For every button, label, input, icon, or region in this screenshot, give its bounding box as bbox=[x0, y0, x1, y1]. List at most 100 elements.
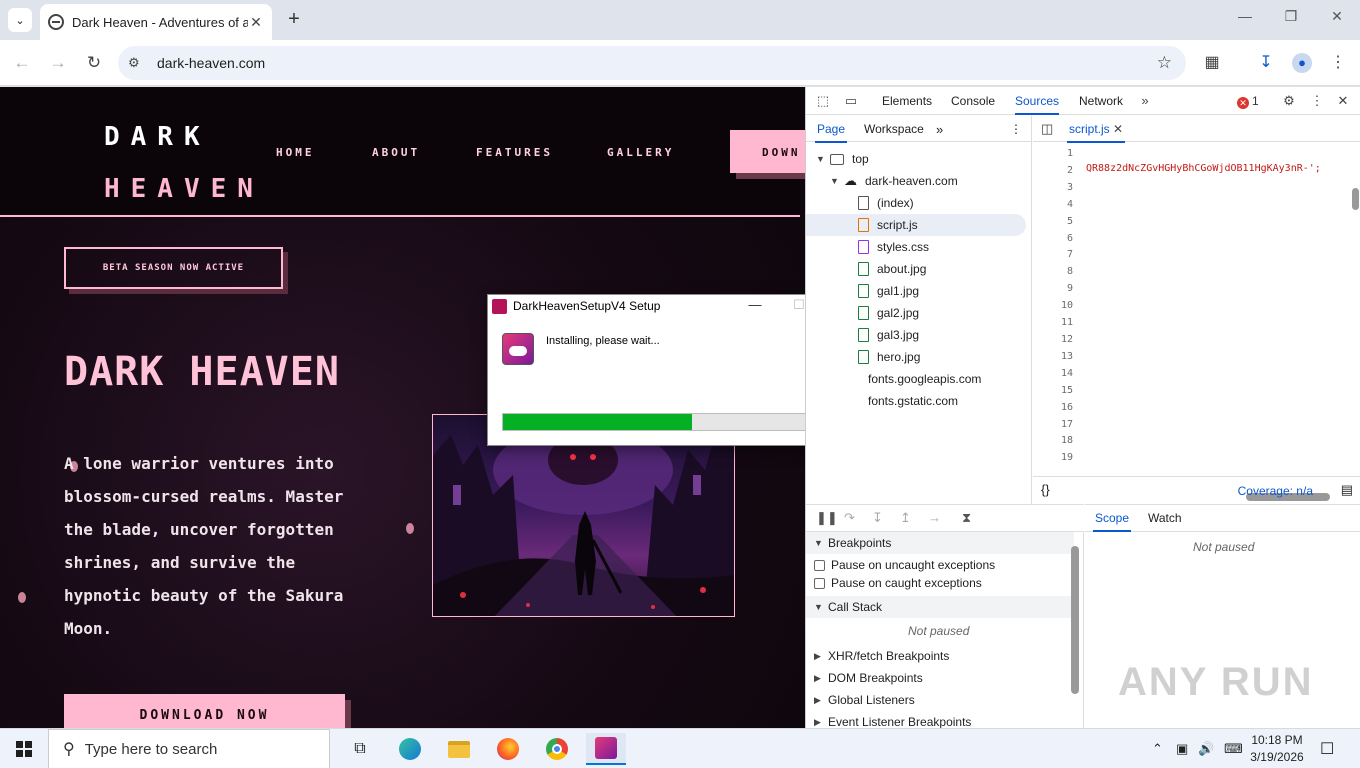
new-tab-plus-icon[interactable]: + bbox=[282, 8, 306, 32]
back-arrow-icon[interactable]: ← bbox=[10, 51, 34, 75]
notifications-icon[interactable]: ☐ bbox=[1320, 739, 1334, 759]
checkbox-caught[interactable] bbox=[814, 577, 825, 589]
tree-domain[interactable]: ▼ ☁ dark-heaven.com bbox=[830, 170, 958, 192]
more-tabs-chevron-icon[interactable]: » bbox=[1136, 92, 1154, 110]
tree-file-gal1[interactable]: gal1.jpg bbox=[858, 280, 919, 302]
devtools-menu-icon[interactable]: ⋮ bbox=[1308, 92, 1326, 110]
line-number[interactable]: 9 bbox=[1033, 281, 1073, 298]
settings-gear-icon[interactable]: ⚙ bbox=[1280, 92, 1298, 110]
nav-features[interactable]: FEATURES bbox=[476, 146, 553, 159]
line-number[interactable]: 18 bbox=[1033, 433, 1073, 450]
pause-caught-option[interactable]: Pause on caught exceptions bbox=[814, 576, 982, 590]
line-number[interactable]: 8 bbox=[1033, 264, 1073, 281]
toggle-navigator-icon[interactable]: ◫ bbox=[1041, 121, 1053, 137]
tree-file-gal3[interactable]: gal3.jpg bbox=[858, 324, 919, 346]
restore-icon[interactable]: ❐ bbox=[1268, 8, 1314, 32]
device-toolbar-icon[interactable]: ▭ bbox=[842, 92, 860, 110]
toggle-drawer-icon[interactable]: ▤ bbox=[1341, 482, 1353, 498]
event-listener-breakpoints-section[interactable]: ▶ Event Listener Breakpoints bbox=[814, 715, 971, 728]
line-number[interactable]: 19 bbox=[1033, 450, 1073, 467]
nav-tab-workspace[interactable]: Workspace bbox=[864, 122, 924, 136]
editor-tab-close-icon[interactable]: ✕ bbox=[1113, 122, 1123, 136]
header-download-button[interactable]: DOWN bbox=[730, 130, 805, 173]
download-icon[interactable]: ↧ bbox=[1254, 51, 1278, 75]
download-now-button[interactable]: DOWNLOAD NOW bbox=[64, 694, 345, 728]
line-number[interactable]: 6 bbox=[1033, 231, 1073, 248]
line-number[interactable]: 11 bbox=[1033, 315, 1073, 332]
file-explorer-icon[interactable] bbox=[439, 733, 479, 765]
nav-more-chevron-icon[interactable]: » bbox=[936, 122, 943, 137]
pause-uncaught-option[interactable]: Pause on uncaught exceptions bbox=[814, 558, 995, 572]
inspect-element-icon[interactable]: ⬚ bbox=[814, 92, 832, 110]
line-number[interactable]: 7 bbox=[1033, 247, 1073, 264]
pause-icon[interactable]: ❚❚ bbox=[816, 510, 838, 526]
site-logo[interactable]: DARK HEAVEN bbox=[104, 111, 264, 215]
tree-file-about[interactable]: about.jpg bbox=[858, 258, 926, 280]
devtools-close-icon[interactable]: ✕ bbox=[1334, 92, 1352, 110]
line-number[interactable]: 5 bbox=[1033, 214, 1073, 231]
step-over-icon[interactable]: ↷ bbox=[844, 510, 855, 526]
tab-close-icon[interactable]: ✕ bbox=[248, 14, 264, 31]
task-view-icon[interactable]: ⧉ bbox=[340, 733, 380, 765]
profile-avatar-icon[interactable]: ● bbox=[1290, 51, 1314, 75]
line-number[interactable]: 14 bbox=[1033, 366, 1073, 383]
address-bar[interactable]: ⚙ dark-heaven.com ☆ bbox=[118, 46, 1186, 80]
checkbox-uncaught[interactable] bbox=[814, 559, 825, 571]
tree-file-hero[interactable]: hero.jpg bbox=[858, 346, 920, 368]
breakpoints-scrollbar[interactable] bbox=[1071, 546, 1079, 694]
site-info-icon[interactable]: ⚙ bbox=[128, 55, 144, 71]
navigator-menu-icon[interactable]: ⋮ bbox=[1010, 122, 1022, 136]
error-count-badge[interactable]: ✕ 1 bbox=[1237, 94, 1259, 109]
tree-file-styles[interactable]: styles.css bbox=[858, 236, 929, 258]
tree-top[interactable]: ▼ top bbox=[816, 148, 869, 170]
nav-tab-page[interactable]: Page bbox=[814, 122, 848, 143]
global-listeners-section[interactable]: ▶ Global Listeners bbox=[814, 693, 915, 707]
tree-file-index[interactable]: (index) bbox=[858, 192, 914, 214]
minimize-icon[interactable]: — bbox=[1222, 8, 1268, 32]
editor-vertical-scrollbar[interactable] bbox=[1352, 188, 1359, 210]
bookmark-star-icon[interactable]: ☆ bbox=[1157, 53, 1172, 73]
line-number[interactable]: 12 bbox=[1033, 332, 1073, 349]
tab-console[interactable]: Console bbox=[951, 94, 995, 108]
deactivate-breakpoints-icon[interactable]: ⧗ bbox=[962, 510, 971, 526]
kebab-menu-icon[interactable]: ⋮ bbox=[1326, 51, 1350, 75]
taskbar-clock[interactable]: 10:18 PM 3/19/2026 bbox=[1246, 732, 1308, 766]
nav-about[interactable]: ABOUT bbox=[372, 146, 420, 159]
tab-elements[interactable]: Elements bbox=[882, 94, 932, 108]
step-icon[interactable]: → bbox=[928, 510, 941, 525]
line-number[interactable]: 15 bbox=[1033, 383, 1073, 400]
address-url[interactable]: dark-heaven.com bbox=[157, 55, 265, 71]
tab-search-chevron-icon[interactable]: ⌄ bbox=[8, 8, 32, 32]
tree-domain-googleapis[interactable]: fonts.googleapis.com bbox=[868, 368, 981, 390]
installer-minimize-icon[interactable]: — bbox=[740, 297, 770, 312]
line-number[interactable]: 10 bbox=[1033, 298, 1073, 315]
tab-sources[interactable]: Sources bbox=[1015, 94, 1060, 115]
line-number[interactable]: 1 bbox=[1033, 146, 1073, 163]
start-button[interactable] bbox=[0, 729, 48, 768]
breakpoints-header[interactable]: ▼ Breakpoints bbox=[806, 532, 1074, 554]
xhr-breakpoints-section[interactable]: ▶ XHR/fetch Breakpoints bbox=[814, 649, 949, 663]
line-number[interactable]: 16 bbox=[1033, 400, 1073, 417]
coverage-status[interactable]: Coverage: n/a bbox=[1238, 484, 1313, 498]
tab-scope[interactable]: Scope bbox=[1092, 511, 1132, 532]
edge-icon[interactable] bbox=[390, 733, 430, 765]
editor-tab-script[interactable]: script.js ✕ bbox=[1066, 122, 1126, 143]
code-line-2[interactable]: QR88z2dNcZGvHGHyBhCGoWjdOB11HgKAy3nR-'; bbox=[1086, 163, 1321, 174]
volume-icon[interactable]: 🔊 bbox=[1198, 741, 1214, 757]
tree-domain-gstatic[interactable]: fonts.gstatic.com bbox=[868, 390, 958, 412]
input-method-icon[interactable]: ⌨ bbox=[1224, 741, 1243, 757]
network-icon[interactable]: ▣ bbox=[1176, 741, 1188, 757]
tray-chevron-up-icon[interactable]: ⌃ bbox=[1152, 741, 1163, 757]
installer-taskbar-icon[interactable] bbox=[586, 733, 626, 765]
call-stack-header[interactable]: ▼ Call Stack bbox=[806, 596, 1074, 618]
browser-tab-active[interactable]: Dark Heaven - Adventures of a ✕ bbox=[40, 4, 272, 40]
line-number[interactable]: 3 bbox=[1033, 180, 1073, 197]
line-number[interactable]: 4 bbox=[1033, 197, 1073, 214]
nav-gallery[interactable]: GALLERY bbox=[607, 146, 674, 159]
line-number[interactable]: 17 bbox=[1033, 417, 1073, 434]
taskbar-search[interactable]: ⚲ Type here to search bbox=[48, 729, 330, 768]
forward-arrow-icon[interactable]: → bbox=[46, 51, 70, 75]
chrome-icon[interactable] bbox=[537, 733, 577, 765]
step-into-icon[interactable]: ↧ bbox=[872, 510, 883, 526]
reload-icon[interactable]: ↻ bbox=[82, 51, 106, 75]
